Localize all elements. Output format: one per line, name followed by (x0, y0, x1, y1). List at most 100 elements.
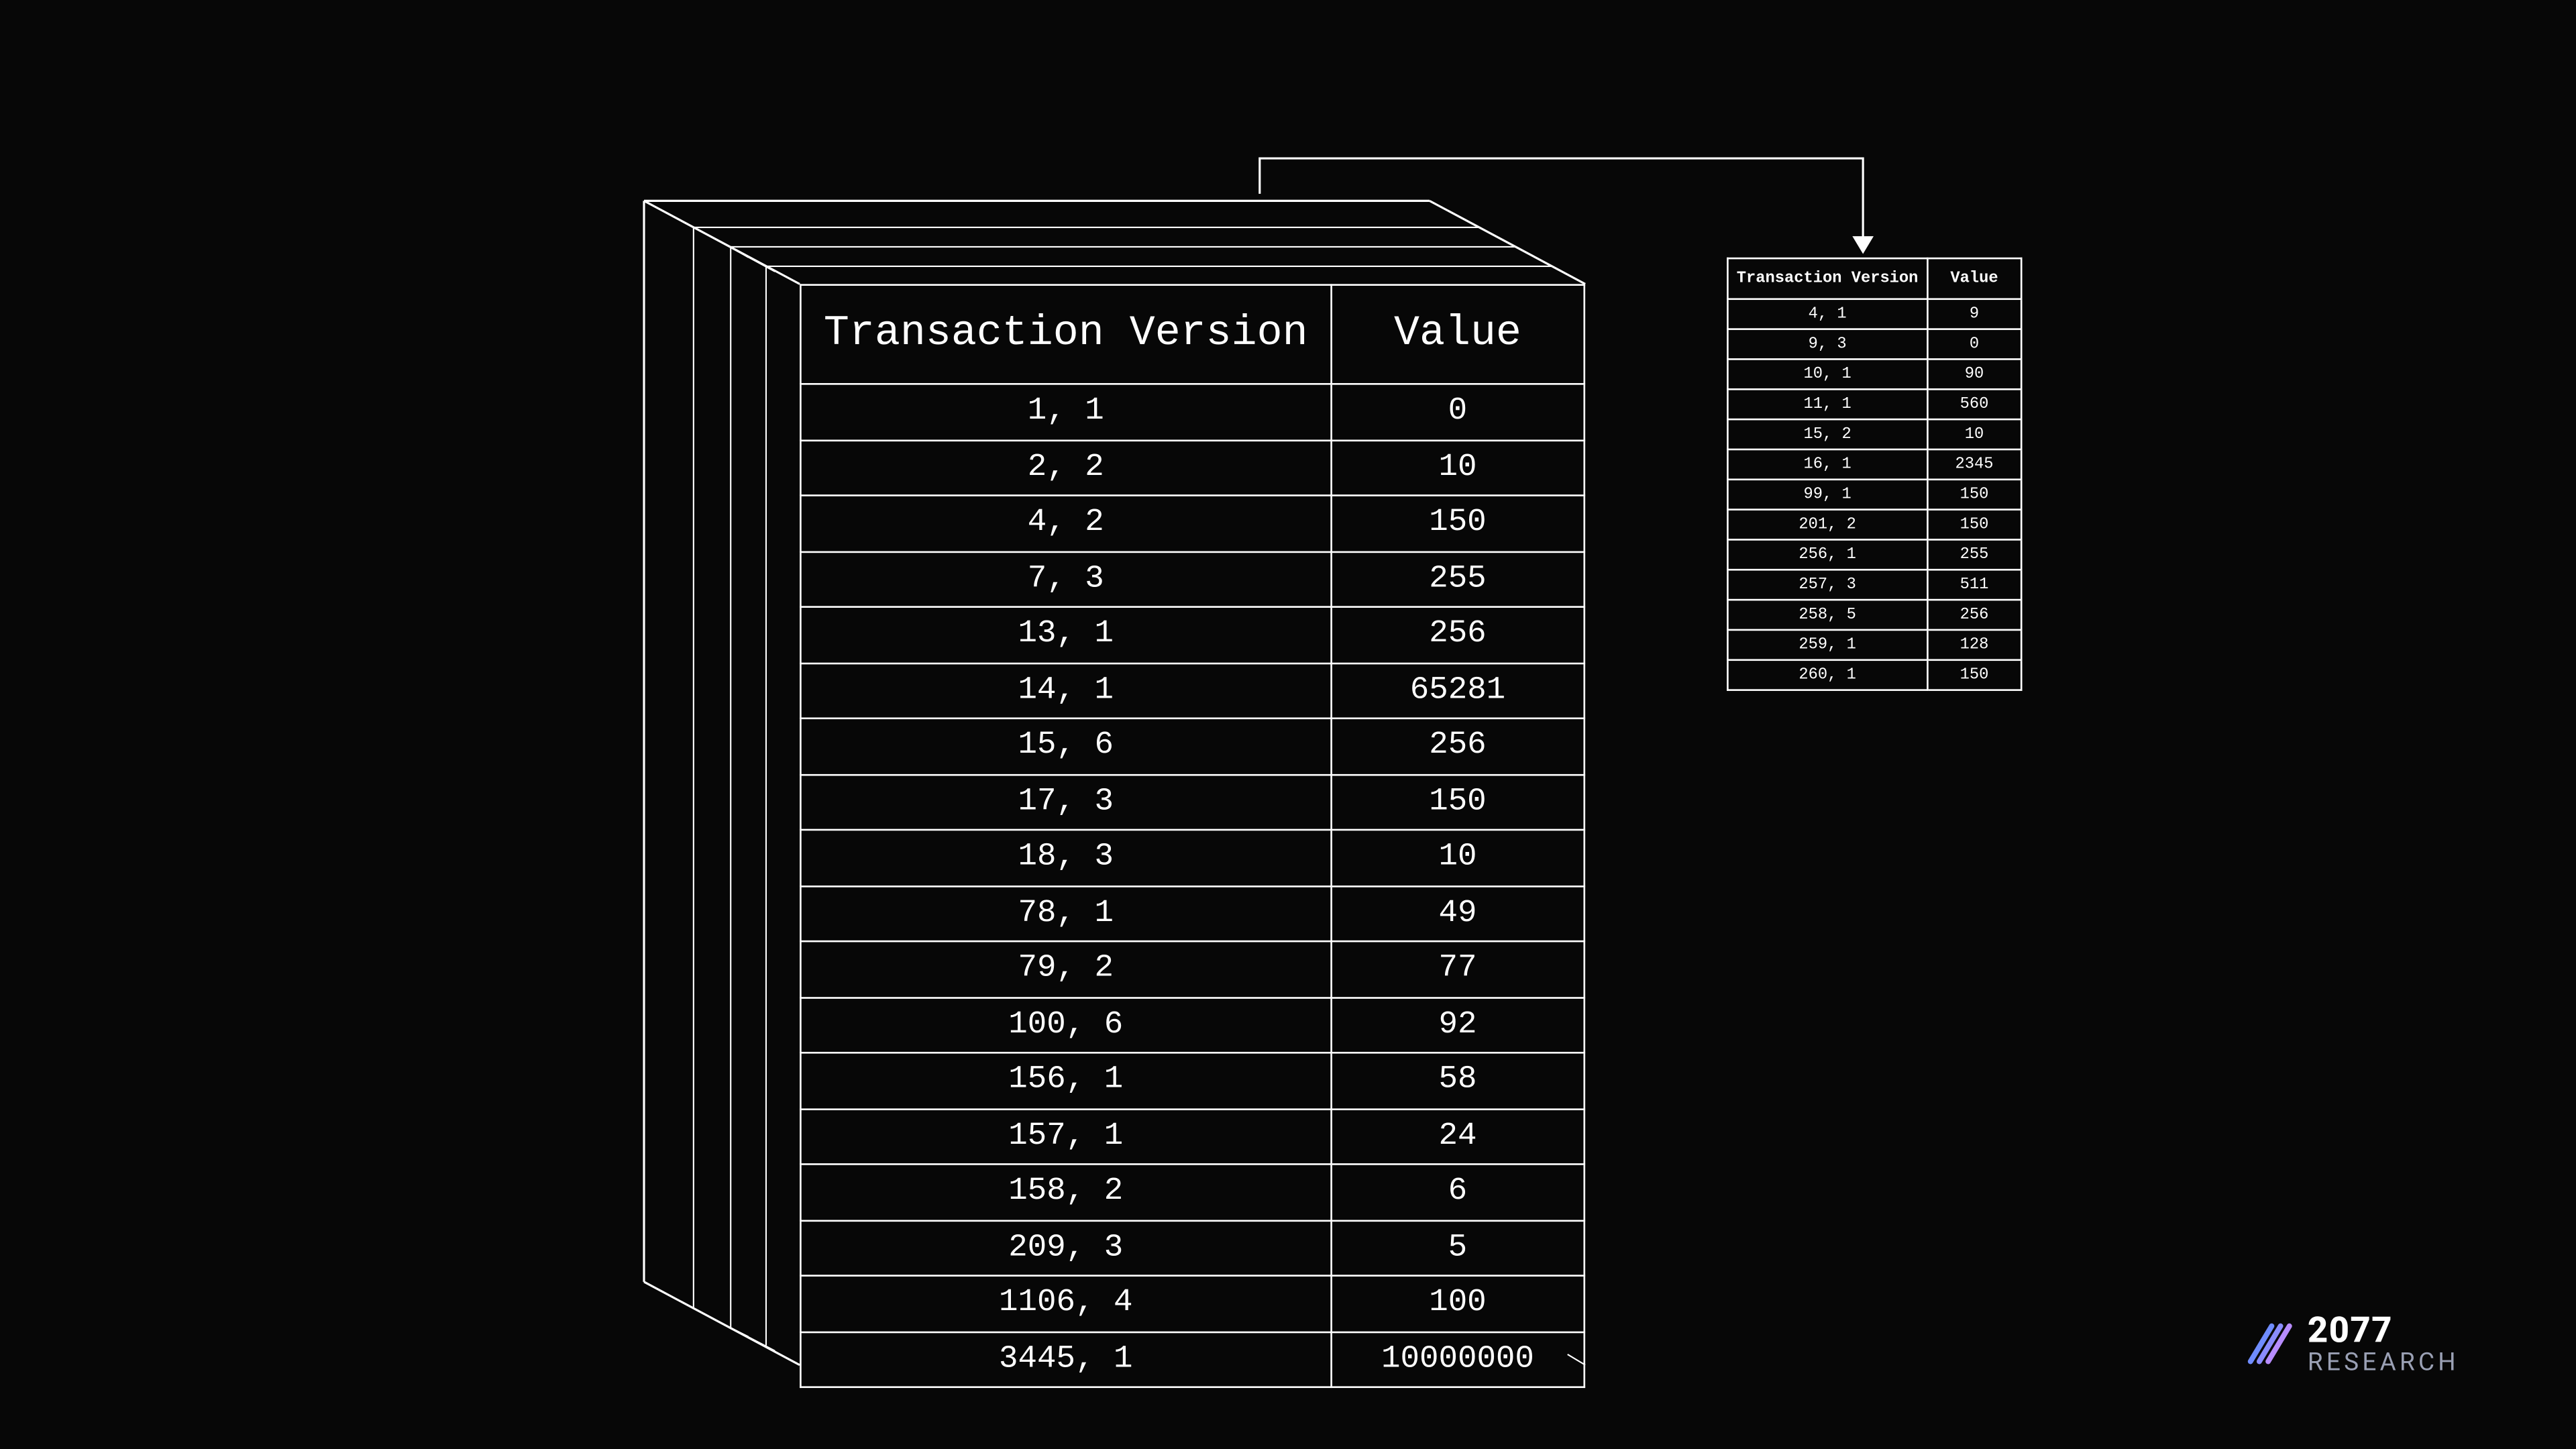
table-row: 157, 124 (800, 1108, 1584, 1164)
cell-value: 150 (1927, 510, 2021, 540)
cell-transaction-version: 9, 3 (1727, 329, 1927, 360)
table-row: 260, 1150 (1727, 660, 2021, 690)
table-row: 99, 1150 (1727, 480, 2021, 510)
table-row: 17, 3150 (800, 774, 1584, 830)
secondary-transaction-table: Transaction Version Value 4, 199, 3010, … (1727, 258, 2022, 691)
cell-value: 10 (1331, 439, 1585, 495)
table-row: 256, 1255 (1727, 539, 2021, 570)
main-transaction-table: Transaction Version Value 1, 102, 2104, … (800, 284, 1585, 1388)
table-row: 1, 10 (800, 384, 1584, 439)
table-row: 1106, 4100 (800, 1276, 1584, 1332)
brand-logo: 2077 RESEARCH (2244, 1312, 2459, 1376)
cell-transaction-version: 78, 1 (800, 885, 1331, 941)
cell-transaction-version: 1106, 4 (800, 1276, 1331, 1332)
cell-transaction-version: 16, 1 (1727, 449, 1927, 480)
table-row: 257, 3511 (1727, 570, 2021, 600)
table-row: 15, 6256 (800, 718, 1584, 774)
header-transaction-version: Transaction Version (1727, 258, 1927, 299)
cell-transaction-version: 7, 3 (800, 551, 1331, 607)
cell-transaction-version: 17, 3 (800, 774, 1331, 830)
cell-transaction-version: 201, 2 (1727, 510, 1927, 540)
table-row: 4, 19 (1727, 299, 2021, 329)
cell-value: 5 (1331, 1220, 1585, 1275)
cell-transaction-version: 1, 1 (800, 384, 1331, 439)
table-row: 100, 692 (800, 997, 1584, 1053)
cell-transaction-version: 18, 3 (800, 830, 1331, 885)
cell-value: 150 (1927, 660, 2021, 690)
cell-value: 100 (1331, 1276, 1585, 1332)
cell-transaction-version: 79, 2 (800, 941, 1331, 997)
header-value: Value (1927, 258, 2021, 299)
cell-transaction-version: 3445, 1 (800, 1332, 1331, 1387)
cell-value: 256 (1331, 718, 1585, 774)
cell-value: 10000000 (1331, 1332, 1585, 1387)
table-row: 10, 190 (1727, 359, 2021, 389)
cell-transaction-version: 158, 2 (800, 1164, 1331, 1220)
table-row: 78, 149 (800, 885, 1584, 941)
cell-value: 150 (1331, 774, 1585, 830)
table-header-row: Transaction Version Value (1727, 258, 2021, 299)
cell-transaction-version: 4, 2 (800, 495, 1331, 551)
table-row: 79, 277 (800, 941, 1584, 997)
cell-value: 0 (1331, 384, 1585, 439)
cell-transaction-version: 10, 1 (1727, 359, 1927, 389)
cell-value: 49 (1331, 885, 1585, 941)
cell-value: 6 (1331, 1164, 1585, 1220)
logo-mark-icon (2244, 1319, 2294, 1368)
cell-value: 77 (1331, 941, 1585, 997)
header-value: Value (1331, 285, 1585, 384)
cell-transaction-version: 15, 2 (1727, 419, 1927, 449)
cell-value: 255 (1331, 551, 1585, 607)
table-row: 259, 1128 (1727, 630, 2021, 660)
cell-value: 150 (1927, 480, 2021, 510)
cell-transaction-version: 15, 6 (800, 718, 1331, 774)
table-row: 14, 165281 (800, 663, 1584, 718)
table-row: 156, 158 (800, 1053, 1584, 1108)
table-row: 11, 1560 (1727, 389, 2021, 419)
cell-transaction-version: 11, 1 (1727, 389, 1927, 419)
cell-value: 150 (1331, 495, 1585, 551)
cell-value: 92 (1331, 997, 1585, 1053)
logo-year: 2077 (2308, 1312, 2459, 1348)
cell-transaction-version: 99, 1 (1727, 480, 1927, 510)
cell-transaction-version: 259, 1 (1727, 630, 1927, 660)
table-row: 201, 2150 (1727, 510, 2021, 540)
cell-transaction-version: 260, 1 (1727, 660, 1927, 690)
table-row: 16, 12345 (1727, 449, 2021, 480)
table-row: 158, 26 (800, 1164, 1584, 1220)
cell-value: 560 (1927, 389, 2021, 419)
table-row: 3445, 110000000 (800, 1332, 1584, 1387)
cell-transaction-version: 14, 1 (800, 663, 1331, 718)
cell-value: 9 (1927, 299, 2021, 329)
cell-transaction-version: 156, 1 (800, 1053, 1331, 1108)
table-row: 2, 210 (800, 439, 1584, 495)
cell-value: 256 (1927, 600, 2021, 630)
cell-transaction-version: 256, 1 (1727, 539, 1927, 570)
table-row: 209, 35 (800, 1220, 1584, 1275)
header-transaction-version: Transaction Version (800, 285, 1331, 384)
cell-transaction-version: 13, 1 (800, 607, 1331, 663)
cell-value: 10 (1927, 419, 2021, 449)
cell-value: 255 (1927, 539, 2021, 570)
logo-word: RESEARCH (2308, 1351, 2459, 1376)
table-row: 13, 1256 (800, 607, 1584, 663)
cell-value: 2345 (1927, 449, 2021, 480)
cell-value: 65281 (1331, 663, 1585, 718)
cell-transaction-version: 157, 1 (800, 1108, 1331, 1164)
table-row: 7, 3255 (800, 551, 1584, 607)
cell-value: 24 (1331, 1108, 1585, 1164)
cell-value: 0 (1927, 329, 2021, 360)
cell-transaction-version: 4, 1 (1727, 299, 1927, 329)
cell-transaction-version: 258, 5 (1727, 600, 1927, 630)
cell-value: 90 (1927, 359, 2021, 389)
cell-value: 128 (1927, 630, 2021, 660)
cell-value: 58 (1331, 1053, 1585, 1108)
table-row: 18, 310 (800, 830, 1584, 885)
table-row: 4, 2150 (800, 495, 1584, 551)
table-row: 258, 5256 (1727, 600, 2021, 630)
table-header-row: Transaction Version Value (800, 285, 1584, 384)
table-row: 15, 210 (1727, 419, 2021, 449)
table-row: 9, 30 (1727, 329, 2021, 360)
cell-transaction-version: 257, 3 (1727, 570, 1927, 600)
cell-transaction-version: 209, 3 (800, 1220, 1331, 1275)
